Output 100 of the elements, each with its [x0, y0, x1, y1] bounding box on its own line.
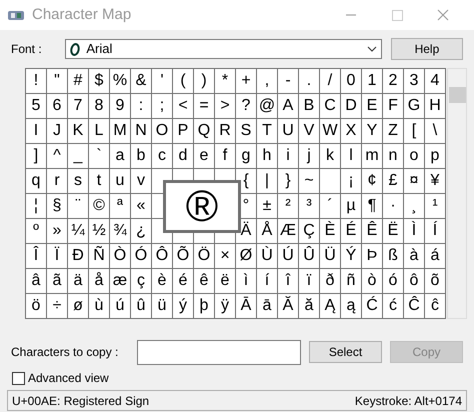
character-cell[interactable]: î [278, 269, 299, 294]
character-cell[interactable]: è [152, 269, 173, 294]
character-cell[interactable]: | [257, 169, 278, 194]
character-cell[interactable]: % [110, 69, 131, 94]
character-cell[interactable]: ( [173, 69, 194, 94]
character-cell[interactable]: õ [425, 269, 446, 294]
character-cell[interactable]: 0 [341, 69, 362, 94]
character-cell[interactable]: Þ [362, 244, 383, 269]
character-cell[interactable]: Ą [320, 294, 341, 319]
character-cell[interactable]: â [26, 269, 47, 294]
character-cell[interactable]: 2 [383, 69, 404, 94]
character-cell[interactable]: l [341, 144, 362, 169]
character-cell[interactable]: ` [89, 144, 110, 169]
character-cell[interactable]: V [299, 119, 320, 144]
character-cell[interactable]: ê [194, 269, 215, 294]
character-cell[interactable]: ª [110, 194, 131, 219]
character-cell[interactable]: ó [383, 269, 404, 294]
character-cell[interactable]: 3 [404, 69, 425, 94]
character-cell[interactable]: Ĉ [404, 294, 425, 319]
character-cell[interactable]: ç [131, 269, 152, 294]
character-cell[interactable]: k [320, 144, 341, 169]
character-cell[interactable]: & [131, 69, 152, 94]
character-cell[interactable]: à [404, 244, 425, 269]
character-cell[interactable]: ² [278, 194, 299, 219]
character-cell[interactable]: ð [320, 269, 341, 294]
character-cell[interactable]: Å [257, 219, 278, 244]
character-cell[interactable]: U [278, 119, 299, 144]
character-cell[interactable]: _ [68, 144, 89, 169]
character-cell[interactable]: Ó [131, 244, 152, 269]
character-cell[interactable]: 1 [362, 69, 383, 94]
character-cell[interactable]: @ [257, 94, 278, 119]
character-cell[interactable]: í [257, 269, 278, 294]
character-cell[interactable]: « [131, 194, 152, 219]
character-cell[interactable]: P [173, 119, 194, 144]
character-cell[interactable]: ] [26, 144, 47, 169]
character-cell[interactable]: ' [152, 69, 173, 94]
character-cell[interactable]: Ê [362, 219, 383, 244]
character-cell[interactable]: ä [68, 269, 89, 294]
character-cell[interactable]: Ë [383, 219, 404, 244]
character-cell[interactable]: Ï [47, 244, 68, 269]
character-cell[interactable]: § [47, 194, 68, 219]
character-cell[interactable]: Ā [236, 294, 257, 319]
character-cell[interactable]: D [341, 94, 362, 119]
character-cell[interactable]: ą [341, 294, 362, 319]
character-cell[interactable]: / [320, 69, 341, 94]
character-cell[interactable]: s [68, 169, 89, 194]
character-cell[interactable]: ć [383, 294, 404, 319]
character-cell[interactable]: c [152, 144, 173, 169]
characters-field[interactable] [137, 340, 301, 364]
character-cell[interactable]: ò [362, 269, 383, 294]
character-cell[interactable]: M [110, 119, 131, 144]
character-cell[interactable]: Ì [404, 219, 425, 244]
character-cell[interactable]: · [383, 194, 404, 219]
character-cell[interactable]: N [131, 119, 152, 144]
character-cell[interactable]: v [131, 169, 152, 194]
character-cell[interactable]: ¥ [425, 169, 446, 194]
character-cell[interactable]: ) [194, 69, 215, 94]
character-cell[interactable]: , [257, 69, 278, 94]
character-cell[interactable]: r [47, 169, 68, 194]
character-cell[interactable]: ¾ [110, 219, 131, 244]
character-cell[interactable]: ï [299, 269, 320, 294]
character-cell[interactable]: W [320, 119, 341, 144]
character-cell[interactable]: ö [26, 294, 47, 319]
character-cell[interactable]: ß [383, 244, 404, 269]
character-cell[interactable]: 7 [68, 94, 89, 119]
character-cell[interactable]: ^ [47, 144, 68, 169]
character-cell[interactable]: Î [26, 244, 47, 269]
character-cell[interactable]: ì [236, 269, 257, 294]
character-cell[interactable]: ā [257, 294, 278, 319]
character-cell[interactable]: " [47, 69, 68, 94]
character-cell[interactable]: » [47, 219, 68, 244]
character-cell[interactable]: + [236, 69, 257, 94]
character-cell[interactable]: ă [299, 294, 320, 319]
character-cell[interactable]: Ø [236, 244, 257, 269]
character-cell[interactable]: X [341, 119, 362, 144]
character-cell[interactable]: } [278, 169, 299, 194]
character-cell[interactable]: ¼ [68, 219, 89, 244]
character-cell[interactable]: Ć [362, 294, 383, 319]
character-cell[interactable]: £ [383, 169, 404, 194]
character-cell[interactable]: ¹ [425, 194, 446, 219]
scroll-thumb[interactable] [448, 87, 466, 103]
character-cell[interactable]: È [320, 219, 341, 244]
character-cell[interactable]: t [89, 169, 110, 194]
character-cell[interactable]: Æ [278, 219, 299, 244]
character-cell[interactable]: á [425, 244, 446, 269]
scrollbar[interactable] [447, 68, 467, 319]
character-cell[interactable]: ½ [89, 219, 110, 244]
character-cell[interactable]: Ă [278, 294, 299, 319]
character-cell[interactable]: Í [425, 219, 446, 244]
character-cell[interactable]: Ñ [89, 244, 110, 269]
character-cell[interactable]: G [404, 94, 425, 119]
character-cell[interactable]: b [131, 144, 152, 169]
character-cell[interactable]: ĉ [425, 294, 446, 319]
character-cell[interactable]: ; [152, 94, 173, 119]
character-cell[interactable]: ¶ [362, 194, 383, 219]
character-cell[interactable]: 6 [47, 94, 68, 119]
character-cell[interactable]: Ü [320, 244, 341, 269]
character-cell[interactable]: o [404, 144, 425, 169]
character-cell[interactable]: u [110, 169, 131, 194]
character-cell[interactable]: f [215, 144, 236, 169]
